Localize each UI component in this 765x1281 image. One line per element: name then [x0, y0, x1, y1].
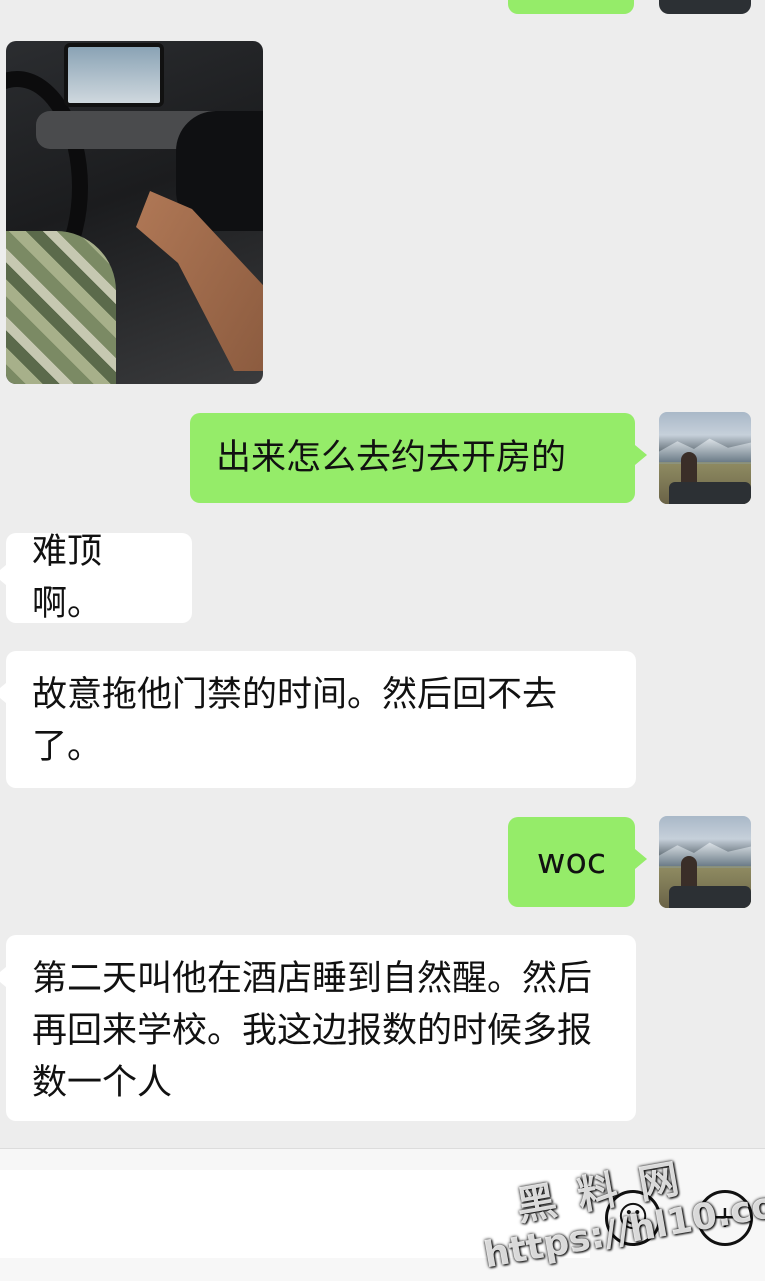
message-text: 故意拖他门禁的时间。然后回不去了。 [32, 675, 558, 767]
incoming-message-bubble[interactable]: 难顶啊。 [0, 532, 192, 624]
outgoing-message-bubble[interactable]: woc [508, 817, 647, 907]
avatar-person [681, 856, 697, 890]
avatar-mountains [659, 438, 751, 462]
user-avatar[interactable] [659, 412, 751, 504]
message-text: 难顶啊。 [32, 532, 103, 624]
message-text: woc [536, 842, 607, 882]
outgoing-message-bubble[interactable]: 出来怎么去约去开房的 [190, 413, 647, 503]
user-avatar[interactable] [659, 816, 751, 908]
camo-pants [6, 231, 116, 384]
avatar-person [681, 452, 697, 486]
avatar-car [669, 886, 751, 908]
dashboard-screen [64, 43, 164, 107]
incoming-message-bubble[interactable]: 故意拖他门禁的时间。然后回不去了。 [0, 651, 636, 788]
previous-avatar[interactable] [659, 0, 751, 14]
avatar-mountains [659, 842, 751, 866]
message-text: 出来怎么去约去开房的 [216, 438, 567, 478]
car-interior-photo[interactable] [6, 41, 263, 384]
message-text: 第二天叫他在酒店睡到自然醒。然后再回来学校。我这边报数的时候多报数一个人 [32, 959, 593, 1103]
avatar-car [669, 482, 751, 504]
previous-outgoing-bubble [508, 0, 634, 14]
incoming-message-bubble[interactable]: 第二天叫他在酒店睡到自然醒。然后再回来学校。我这边报数的时候多报数一个人 [0, 935, 636, 1121]
